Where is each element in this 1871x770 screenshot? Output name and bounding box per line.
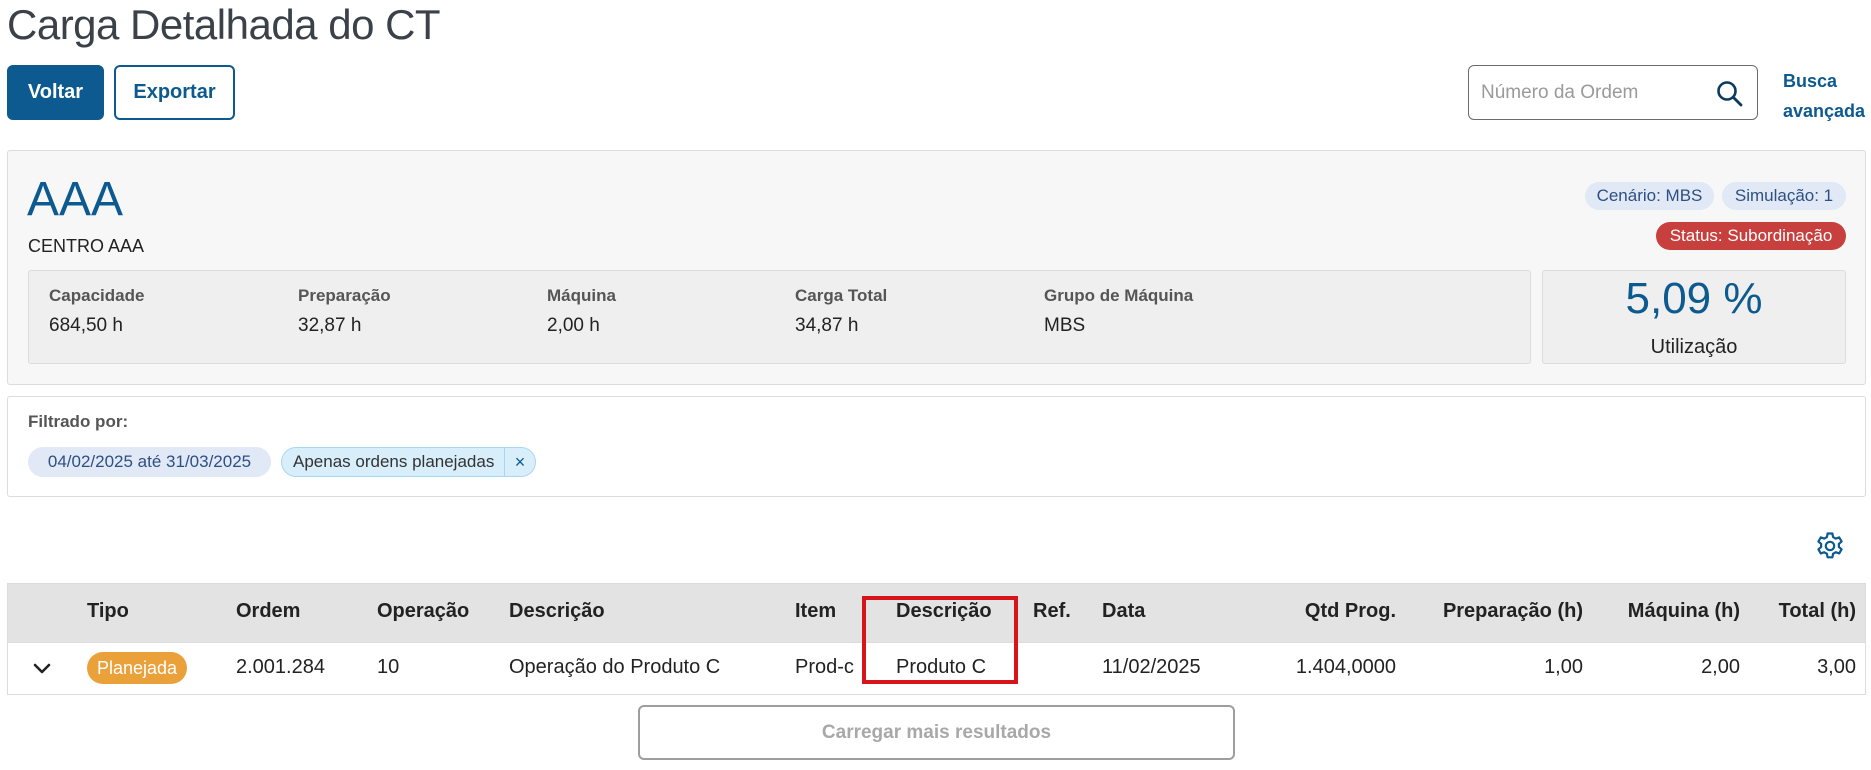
cell-item: Prod-c bbox=[795, 656, 854, 678]
column-header-total[interactable]: Total (h) bbox=[1760, 600, 1856, 623]
highlight-box bbox=[862, 596, 1018, 684]
column-header-ordem[interactable]: Ordem bbox=[236, 600, 300, 623]
cell-qtd-prog: 1.404,0000 bbox=[1295, 656, 1396, 678]
cell-ordem: 2.001.284 bbox=[236, 656, 325, 678]
scenario-badge: Cenário: MBS bbox=[1585, 182, 1714, 210]
page-title: Carga Detalhada do CT bbox=[7, 1, 441, 48]
load-more-button[interactable]: Carregar mais resultados bbox=[638, 705, 1235, 760]
stat-machine-label: Máquina bbox=[547, 286, 616, 305]
column-header-preparacao[interactable]: Preparação (h) bbox=[1420, 600, 1583, 623]
order-search-box bbox=[1468, 65, 1758, 120]
utilization-value: 5,09 % bbox=[1625, 274, 1763, 323]
column-header-data[interactable]: Data bbox=[1102, 600, 1145, 623]
stats-panel bbox=[28, 270, 1531, 364]
work-center-code: AAA bbox=[27, 173, 124, 226]
date-range-filter-chip: 04/02/2025 até 31/03/2025 bbox=[28, 447, 271, 477]
advanced-search-line2: avançada bbox=[1783, 101, 1866, 121]
planned-orders-filter-chip: Apenas ordens planejadas × bbox=[281, 447, 536, 477]
column-header-ref[interactable]: Ref. bbox=[1033, 600, 1071, 623]
work-center-name: CENTRO AAA bbox=[28, 236, 145, 256]
order-search-input[interactable] bbox=[1479, 78, 1703, 108]
stat-machine-group-label: Grupo de Máquina bbox=[1044, 286, 1194, 305]
chevron-down-icon[interactable] bbox=[28, 656, 56, 682]
order-type-badge: Planejada bbox=[87, 652, 187, 684]
column-header-tipo[interactable]: Tipo bbox=[87, 600, 129, 623]
cell-operacao: 10 bbox=[377, 656, 400, 678]
column-header-operacao[interactable]: Operação bbox=[377, 600, 469, 623]
stat-setup-label: Preparação bbox=[298, 286, 391, 305]
cell-data: 11/02/2025 bbox=[1102, 656, 1201, 678]
stat-capacity-value: 684,50 h bbox=[49, 315, 123, 336]
stat-setup-value: 32,87 h bbox=[298, 315, 362, 336]
stat-total-load-label: Carga Total bbox=[795, 286, 888, 305]
cell-total: 3,00 bbox=[1817, 656, 1856, 678]
advanced-search-link[interactable]: Busca avançada bbox=[1783, 66, 1867, 126]
back-button[interactable]: Voltar bbox=[7, 65, 104, 120]
column-header-item[interactable]: Item bbox=[795, 600, 836, 623]
utilization-label: Utilização bbox=[1650, 336, 1738, 358]
column-header-qtd-prog[interactable]: Qtd Prog. bbox=[1250, 600, 1396, 623]
column-header-descricao[interactable]: Descrição bbox=[509, 600, 605, 623]
stat-machine-value: 2,00 h bbox=[547, 315, 600, 336]
column-header-maquina[interactable]: Máquina (h) bbox=[1610, 600, 1740, 623]
advanced-search-line1: Busca bbox=[1783, 71, 1838, 91]
cell-maquina: 2,00 bbox=[1701, 656, 1740, 678]
planned-orders-filter-label: Apenas ordens planejadas bbox=[293, 452, 495, 471]
simulation-badge: Simulação: 1 bbox=[1722, 182, 1846, 210]
search-icon[interactable] bbox=[1715, 79, 1745, 109]
gear-icon[interactable] bbox=[1814, 530, 1846, 562]
close-icon[interactable]: × bbox=[504, 448, 535, 476]
cell-descricao: Operação do Produto C bbox=[509, 656, 721, 678]
stat-total-load-value: 34,87 h bbox=[795, 315, 859, 336]
stat-machine-group-value: MBS bbox=[1044, 315, 1086, 336]
cell-preparacao: 1,00 bbox=[1544, 656, 1583, 678]
status-badge: Status: Subordinação bbox=[1656, 222, 1846, 250]
filter-label: Filtrado por: bbox=[28, 412, 129, 431]
export-button[interactable]: Exportar bbox=[114, 65, 235, 120]
stat-capacity-label: Capacidade bbox=[49, 286, 145, 305]
filter-card bbox=[7, 396, 1866, 497]
